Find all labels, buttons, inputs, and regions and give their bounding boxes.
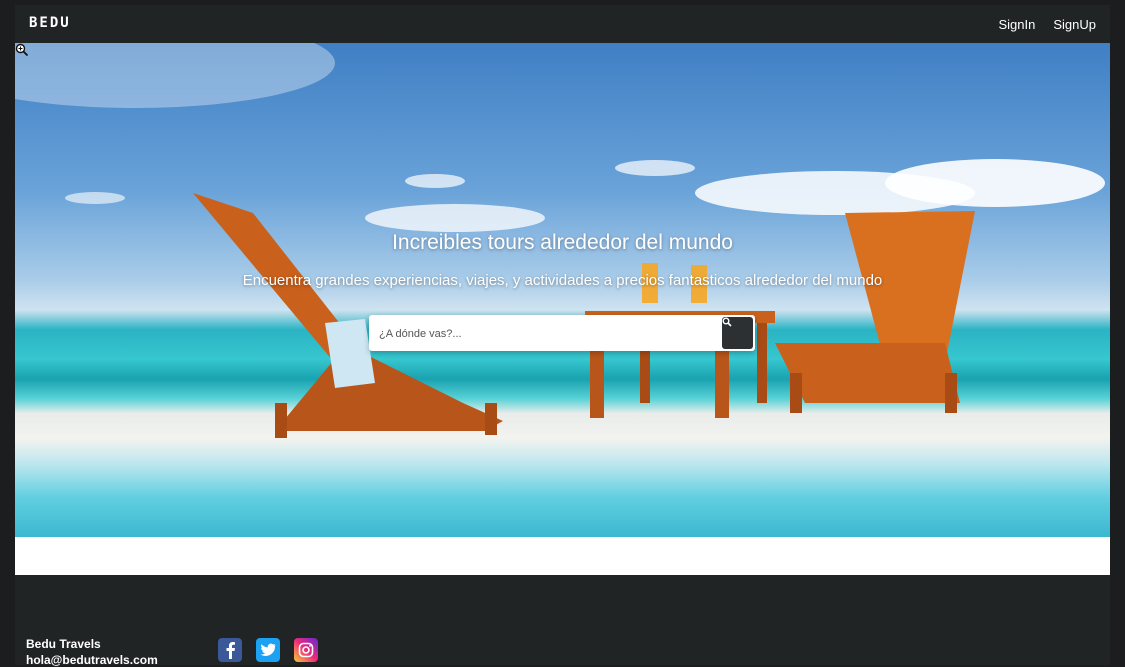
hero-banner: Increibles tours alrededor del mundo Enc… [15, 43, 1110, 537]
content-strip [15, 537, 1110, 575]
twitter-icon[interactable] [256, 638, 280, 662]
search-button[interactable] [722, 317, 753, 349]
navbar: BEDU SignIn SignUp [15, 5, 1110, 43]
footer-brand-name: Bedu Travels [26, 637, 101, 651]
hero-background-image [15, 43, 1105, 438]
nav-links: SignIn SignUp [998, 17, 1096, 32]
hero-subtitle: Encuentra grandes experiencias, viajes, … [242, 272, 883, 289]
instagram-icon[interactable] [294, 638, 318, 662]
logo[interactable]: BEDU [29, 15, 71, 31]
signup-link[interactable]: SignUp [1053, 17, 1096, 32]
footer: Bedu Travels hola@bedutravels.com [15, 575, 1110, 667]
signin-link[interactable]: SignIn [998, 17, 1035, 32]
search-input[interactable] [377, 323, 721, 345]
page: BEDU SignIn SignUp Increibles tours alre… [15, 5, 1110, 667]
hero-title: Increibles tours alrededor del mundo [392, 231, 733, 254]
search-bar [369, 315, 755, 351]
zoom-cursor-icon [15, 43, 29, 57]
facebook-icon[interactable] [218, 638, 242, 662]
search-icon [722, 317, 732, 327]
social-links [218, 638, 318, 662]
